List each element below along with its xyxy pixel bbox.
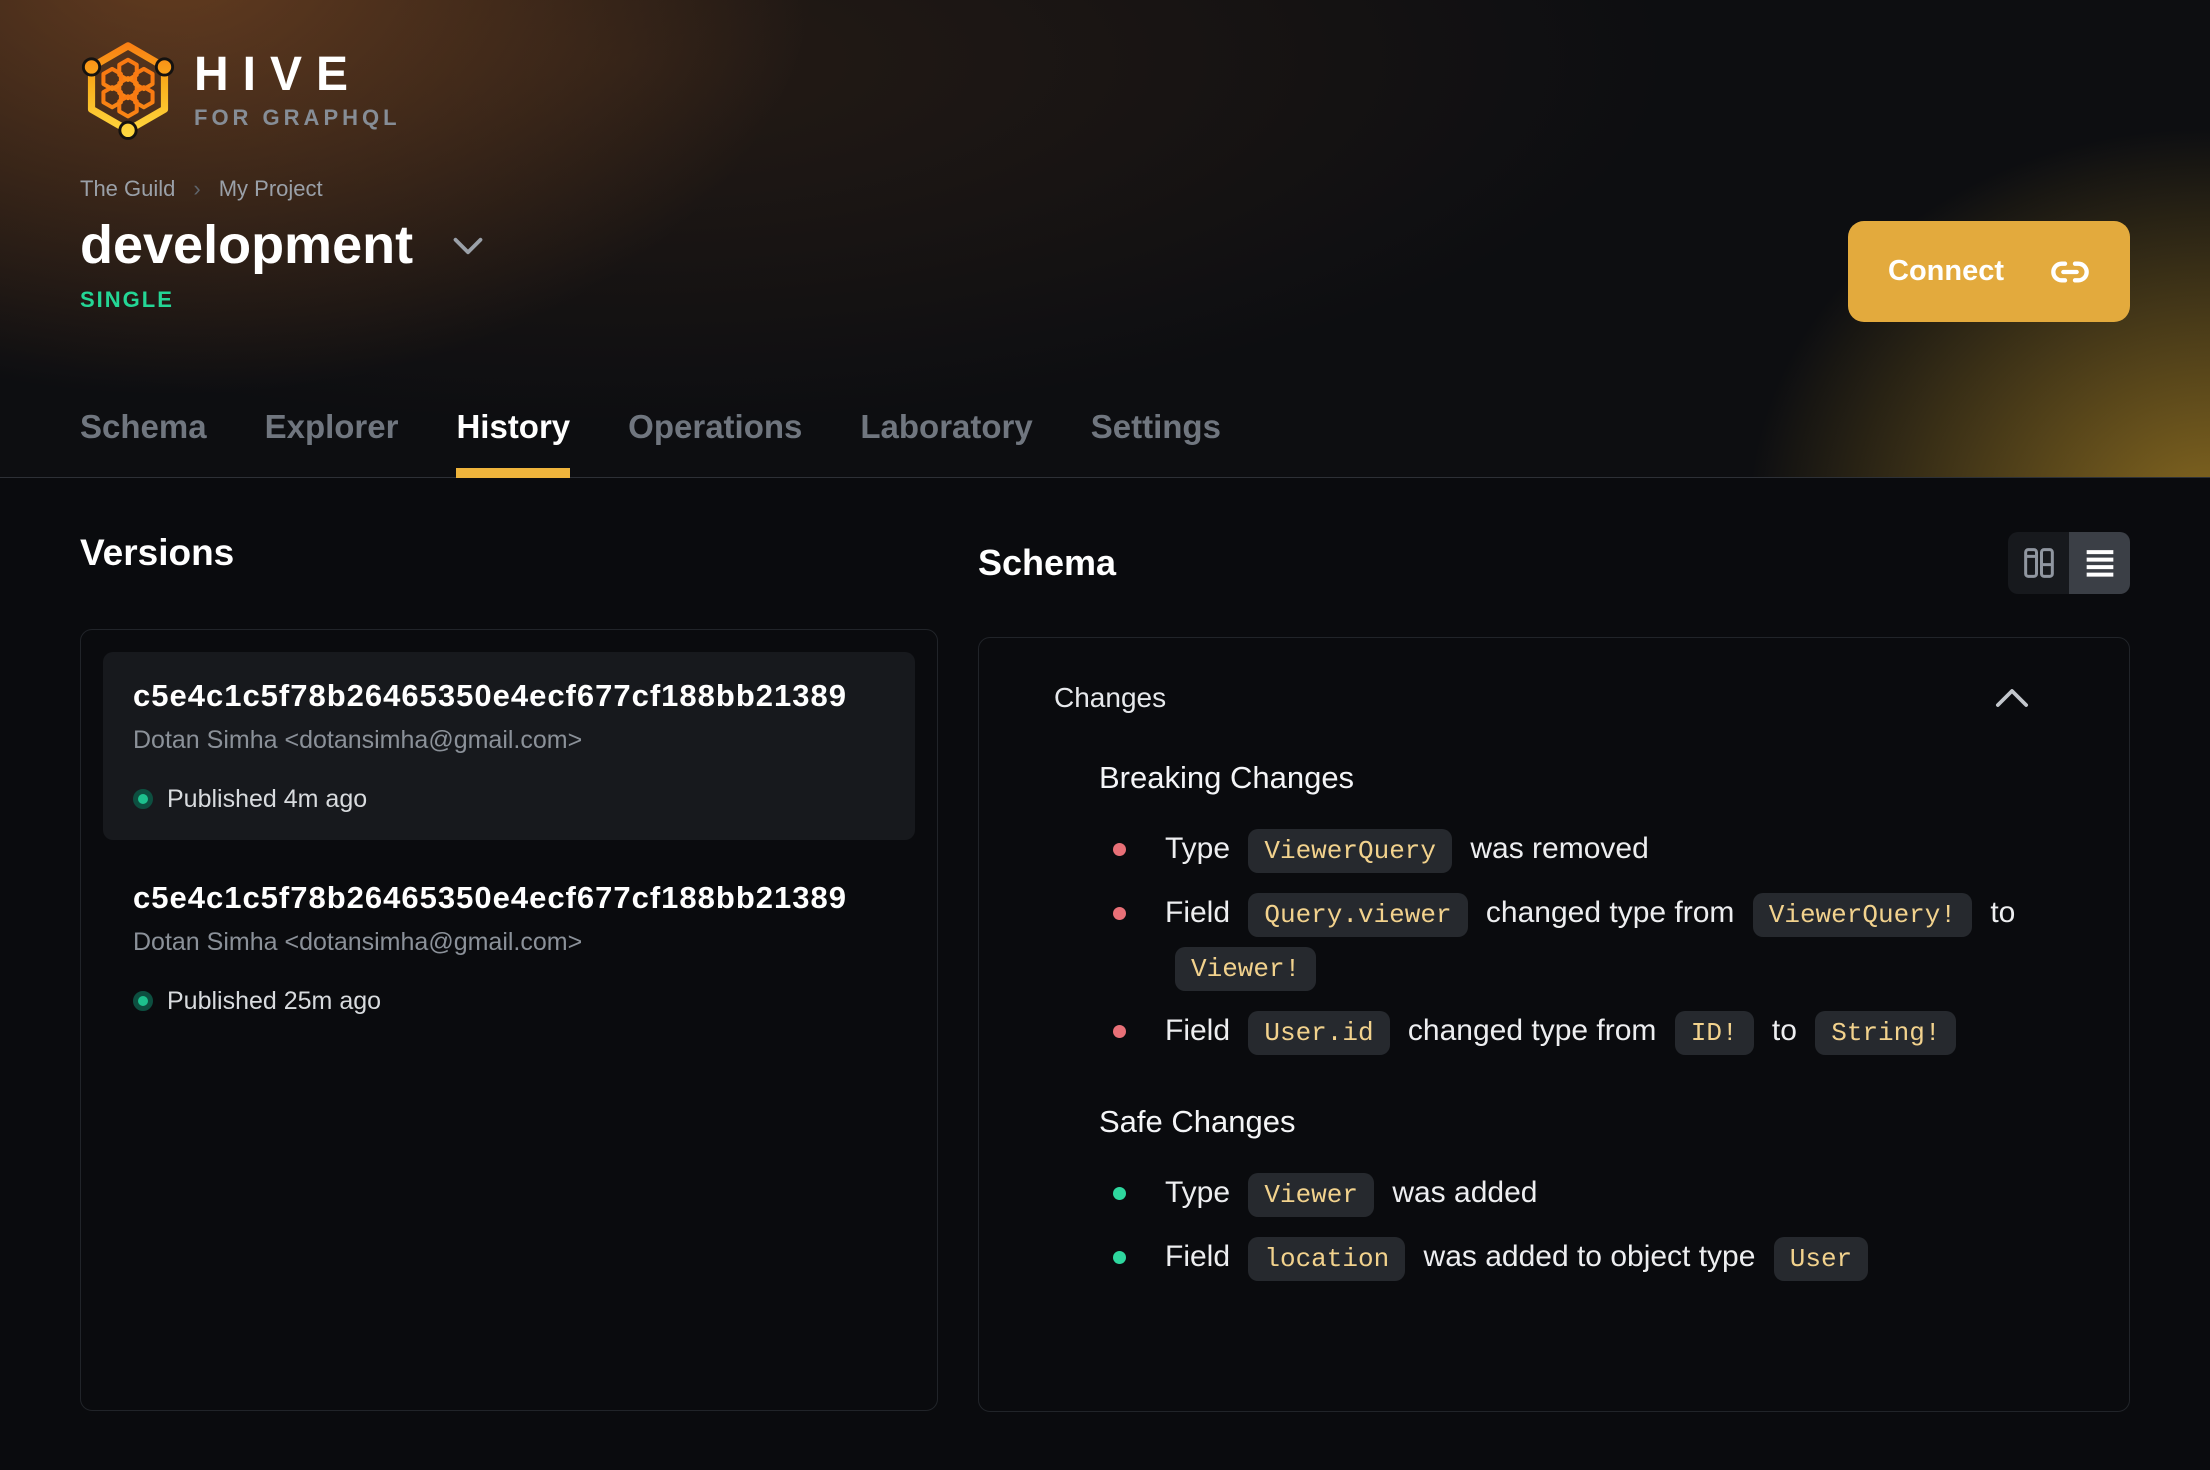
code-chip: Query.viewer: [1248, 893, 1468, 937]
safe-changes-list: Type Viewer was added Field location was …: [1099, 1166, 2039, 1284]
version-author: Dotan Simha <dotansimha@gmail.com>: [133, 725, 583, 754]
breadcrumb-project[interactable]: My Project: [219, 176, 323, 202]
code-chip: ID!: [1674, 1011, 1754, 1055]
change-item: Field User.id changed type from ID! to S…: [1099, 1004, 2039, 1058]
change-item: Type Viewer was added: [1099, 1166, 2039, 1220]
version-hash: c5e4c1c5f78b26465350e4ecf677cf188bb21389: [133, 677, 847, 713]
code-chip: location: [1248, 1237, 1406, 1281]
hive-honeycomb-logo-icon: [81, 42, 175, 140]
breaking-changes-list: Type ViewerQuery was removed Field Query.…: [1099, 822, 2039, 1058]
tab-explorer[interactable]: Explorer: [265, 408, 399, 478]
link-icon: [2051, 261, 2089, 282]
safe-changes-heading: Safe Changes: [1099, 1104, 1296, 1139]
changes-panel: Changes Breaking Changes Type ViewerQuer…: [978, 637, 2130, 1412]
versions-heading: Versions: [80, 532, 235, 573]
connect-button[interactable]: Connect: [1848, 221, 2130, 322]
change-item: Type ViewerQuery was removed: [1099, 822, 2039, 876]
brand-logo[interactable]: HIVE FOR GRAPHQL: [80, 40, 2130, 140]
code-chip: Viewer: [1248, 1173, 1374, 1217]
tab-laboratory[interactable]: Laboratory: [860, 408, 1032, 478]
change-item: Field location was added to object type …: [1099, 1230, 2039, 1284]
tab-operations[interactable]: Operations: [628, 408, 802, 478]
changes-body: Breaking Changes Type ViewerQuery was re…: [979, 760, 2129, 1284]
brand-tagline: FOR GRAPHQL: [194, 105, 401, 130]
columns-view-icon: [2023, 548, 2054, 578]
code-chip: Viewer!: [1175, 947, 1317, 991]
chevron-up-icon: [1995, 689, 2029, 707]
brand-name: HIVE: [194, 48, 363, 101]
app-header: HIVE FOR GRAPHQL The Guild › My Project …: [0, 0, 2210, 478]
versions-column: Versions c5e4c1c5f78b26465350e4ecf677cf1…: [80, 532, 938, 1412]
version-card[interactable]: c5e4c1c5f78b26465350e4ecf677cf188bb21389…: [103, 651, 915, 840]
version-hash: c5e4c1c5f78b26465350e4ecf677cf188bb21389: [133, 879, 847, 915]
list-view-button[interactable]: [2069, 532, 2130, 594]
columns-view-button[interactable]: [2008, 532, 2069, 594]
target-mode-badge: SINGLE: [80, 287, 174, 313]
tab-history[interactable]: History: [456, 408, 570, 478]
version-status: Published 4m ago: [167, 784, 368, 813]
changes-title: Changes: [1054, 682, 1167, 713]
code-chip: ViewerQuery!: [1752, 893, 1972, 937]
code-chip: String!: [1815, 1011, 1957, 1055]
tab-settings[interactable]: Settings: [1091, 408, 1221, 478]
breadcrumb-org[interactable]: The Guild: [80, 176, 175, 202]
connect-button-label: Connect: [1888, 255, 2004, 287]
schema-column: Schema Changes Breaking Changes Type Vie…: [978, 532, 2130, 1412]
tab-schema[interactable]: Schema: [80, 408, 207, 478]
main-content: Versions c5e4c1c5f78b26465350e4ecf677cf1…: [0, 478, 2210, 1412]
published-dot-icon: [133, 991, 153, 1012]
code-chip: ViewerQuery: [1248, 829, 1453, 873]
versions-panel: c5e4c1c5f78b26465350e4ecf677cf188bb21389…: [80, 628, 938, 1411]
changes-collapsible-header[interactable]: Changes: [979, 682, 2129, 714]
breaking-changes-heading: Breaking Changes: [1099, 760, 1355, 795]
view-mode-toggle: [2008, 532, 2130, 594]
code-chip: User.id: [1248, 1011, 1390, 1055]
list-view-icon: [2086, 550, 2113, 577]
change-item: Field Query.viewer changed type from Vie…: [1099, 886, 2039, 994]
version-card[interactable]: c5e4c1c5f78b26465350e4ecf677cf188bb21389…: [103, 854, 915, 1042]
target-tabs: Schema Explorer History Operations Labor…: [80, 408, 1221, 478]
chevron-down-icon[interactable]: [453, 237, 483, 255]
published-dot-icon: [133, 789, 153, 810]
page-title: development: [80, 215, 414, 275]
version-author: Dotan Simha <dotansimha@gmail.com>: [133, 927, 583, 956]
breadcrumb-separator-icon: ›: [193, 176, 201, 201]
schema-heading: Schema: [978, 542, 1117, 583]
code-chip: User: [1773, 1237, 1869, 1281]
version-status: Published 25m ago: [167, 986, 382, 1015]
breadcrumb: The Guild › My Project: [80, 176, 2130, 202]
